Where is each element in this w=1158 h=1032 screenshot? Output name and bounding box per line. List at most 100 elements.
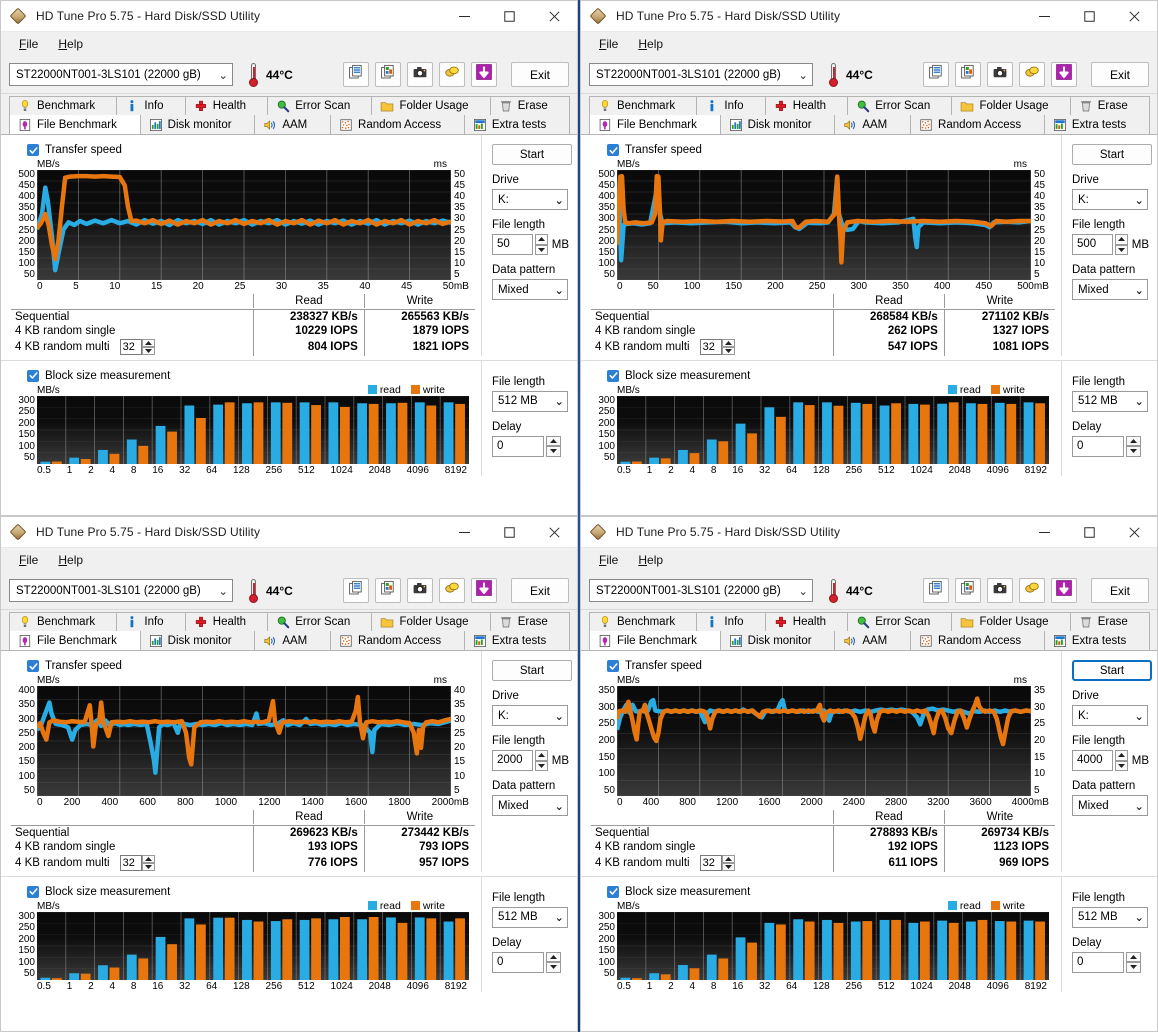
menu-file[interactable]: File — [589, 551, 628, 569]
transfer-speed-checkbox-row[interactable]: Transfer speed — [27, 660, 475, 672]
transfer-speed-checkbox-row[interactable]: Transfer speed — [607, 144, 1055, 156]
queue-depth-buttons[interactable] — [721, 854, 735, 871]
tab-aam[interactable]: AAM — [254, 115, 332, 134]
coins-button[interactable] — [439, 578, 465, 603]
download-arrow-button[interactable] — [1051, 578, 1077, 603]
menu-help[interactable]: Help — [48, 551, 93, 569]
tab-health[interactable]: Health — [184, 612, 269, 631]
tab-error-scan[interactable]: Error Scan — [847, 612, 953, 631]
menu-file[interactable]: File — [9, 35, 48, 53]
copy-image-button[interactable] — [375, 578, 401, 603]
drive-model-dropdown[interactable]: ST22000NT001-3LS101 (22000 gB) ⌄ — [9, 63, 233, 86]
block-size-checkbox-row[interactable]: Block size measurement — [27, 369, 475, 382]
maximize-button[interactable] — [487, 517, 532, 548]
delay-down[interactable] — [1126, 446, 1141, 457]
queue-depth-value[interactable]: 32 — [699, 854, 722, 871]
tab-folder-usage[interactable]: Folder Usage — [951, 612, 1071, 631]
queue-depth-down[interactable] — [721, 862, 735, 871]
start-button[interactable]: Start — [1072, 144, 1152, 165]
tab-info[interactable]: Info — [116, 96, 186, 115]
minimize-button[interactable] — [442, 517, 487, 548]
maximize-button[interactable] — [1067, 517, 1112, 548]
file-length-input[interactable]: 50 — [492, 234, 533, 255]
tab-erase[interactable]: Erase — [489, 96, 570, 115]
close-button[interactable] — [1112, 1, 1157, 32]
tab-benchmark[interactable]: Benchmark — [9, 96, 118, 115]
tab-disk-monitor[interactable]: Disk monitor — [139, 631, 256, 650]
queue-depth-value[interactable]: 32 — [699, 338, 722, 355]
block-file-length-dropdown[interactable]: 512 MB ⌄ — [1072, 906, 1148, 928]
delay-up[interactable] — [546, 951, 561, 962]
tab-folder-usage[interactable]: Folder Usage — [951, 96, 1071, 115]
menu-help[interactable]: Help — [48, 35, 93, 53]
tab-health[interactable]: Health — [184, 96, 269, 115]
queue-depth-up[interactable] — [141, 854, 155, 863]
drive-letter-dropdown[interactable]: K: ⌄ — [1072, 189, 1148, 210]
copy-image-button[interactable] — [955, 578, 981, 603]
delay-input[interactable]: 0 — [492, 951, 544, 973]
tab-file-benchmark[interactable]: File Benchmark — [589, 115, 721, 134]
block-size-checkbox[interactable] — [607, 369, 619, 382]
exit-button[interactable]: Exit — [511, 62, 569, 87]
drive-letter-dropdown[interactable]: K: ⌄ — [492, 705, 568, 726]
tab-folder-usage[interactable]: Folder Usage — [371, 612, 491, 631]
file-length-down[interactable] — [1114, 244, 1128, 255]
delay-input[interactable]: 0 — [492, 435, 544, 457]
tab-benchmark[interactable]: Benchmark — [9, 612, 118, 631]
block-file-length-dropdown[interactable]: 512 MB ⌄ — [1072, 390, 1148, 412]
delay-down[interactable] — [1126, 962, 1141, 973]
maximize-button[interactable] — [487, 1, 532, 32]
delay-spinner[interactable] — [1126, 951, 1141, 973]
file-length-up[interactable] — [534, 750, 548, 761]
delay-input[interactable]: 0 — [1072, 951, 1124, 973]
file-length-spinner[interactable] — [1114, 234, 1128, 255]
tab-health[interactable]: Health — [764, 96, 849, 115]
transfer-speed-checkbox[interactable] — [27, 660, 39, 672]
exit-button[interactable]: Exit — [1091, 62, 1149, 87]
transfer-speed-checkbox[interactable] — [27, 144, 39, 156]
minimize-button[interactable] — [442, 1, 487, 32]
queue-depth-spinner[interactable]: 32 — [699, 854, 735, 871]
tab-benchmark[interactable]: Benchmark — [589, 612, 698, 631]
queue-depth-value[interactable]: 32 — [119, 854, 142, 871]
copy-image-button[interactable] — [375, 62, 401, 87]
file-length-up[interactable] — [1114, 234, 1128, 245]
file-length-input[interactable]: 500 — [1072, 234, 1113, 255]
data-pattern-dropdown[interactable]: Mixed ⌄ — [492, 279, 568, 300]
menu-help[interactable]: Help — [628, 35, 673, 53]
data-pattern-dropdown[interactable]: Mixed ⌄ — [492, 795, 568, 816]
tab-extra-tests[interactable]: Extra tests — [463, 115, 570, 134]
tab-benchmark[interactable]: Benchmark — [589, 96, 698, 115]
exit-button[interactable]: Exit — [511, 578, 569, 603]
file-length-spinner[interactable] — [1114, 750, 1128, 771]
tab-error-scan[interactable]: Error Scan — [267, 96, 373, 115]
tab-random-access[interactable]: Random Access — [910, 631, 1045, 650]
file-length-down[interactable] — [1114, 760, 1128, 771]
copy-image-button[interactable] — [955, 62, 981, 87]
block-size-checkbox-row[interactable]: Block size measurement — [607, 369, 1055, 382]
queue-depth-up[interactable] — [721, 854, 735, 863]
tab-erase[interactable]: Erase — [1069, 96, 1150, 115]
tab-random-access[interactable]: Random Access — [330, 631, 465, 650]
download-arrow-button[interactable] — [1051, 62, 1077, 87]
delay-down[interactable] — [546, 962, 561, 973]
file-length-spinner[interactable] — [534, 234, 548, 255]
tab-disk-monitor[interactable]: Disk monitor — [719, 631, 836, 650]
transfer-speed-checkbox-row[interactable]: Transfer speed — [27, 144, 475, 156]
queue-depth-up[interactable] — [141, 338, 155, 347]
coins-button[interactable] — [1019, 62, 1045, 87]
exit-button[interactable]: Exit — [1091, 578, 1149, 603]
data-pattern-dropdown[interactable]: Mixed ⌄ — [1072, 279, 1148, 300]
copy-text-button[interactable] — [343, 578, 369, 603]
tab-file-benchmark[interactable]: File Benchmark — [9, 631, 141, 650]
drive-letter-dropdown[interactable]: K: ⌄ — [492, 189, 568, 210]
delay-up[interactable] — [1126, 435, 1141, 446]
queue-depth-spinner[interactable]: 32 — [119, 854, 155, 871]
start-button[interactable]: Start — [1072, 660, 1152, 681]
drive-model-dropdown[interactable]: ST22000NT001-3LS101 (22000 gB) ⌄ — [589, 63, 813, 86]
drive-model-dropdown[interactable]: ST22000NT001-3LS101 (22000 gB) ⌄ — [9, 579, 233, 602]
block-size-checkbox-row[interactable]: Block size measurement — [607, 885, 1055, 898]
tab-aam[interactable]: AAM — [834, 115, 912, 134]
queue-depth-buttons[interactable] — [141, 854, 155, 871]
queue-depth-value[interactable]: 32 — [119, 338, 142, 355]
